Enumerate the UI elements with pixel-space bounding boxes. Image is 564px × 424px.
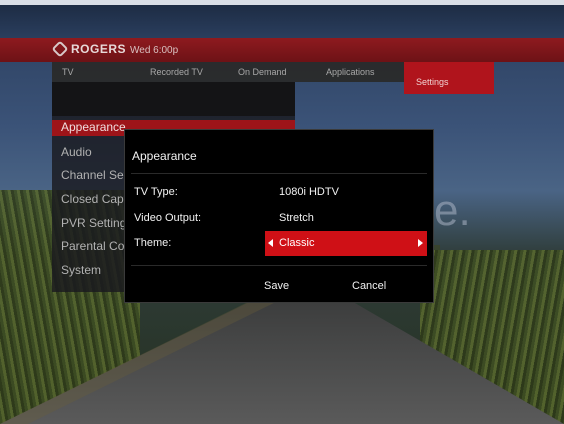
dialog-title: Appearance [132, 149, 197, 163]
theme-selector[interactable]: Classic [265, 231, 427, 256]
settings-menu-header [52, 82, 295, 116]
tv-type-value[interactable]: 1080i HDTV [279, 186, 339, 198]
left-arrow-icon[interactable] [268, 239, 273, 247]
cancel-button[interactable]: Cancel [352, 280, 386, 292]
tab-on-demand[interactable]: On Demand [238, 67, 287, 77]
tab-applications[interactable]: Applications [326, 67, 375, 77]
rogers-logo: ROGERS [51, 40, 127, 58]
tab-settings[interactable]: Settings [404, 62, 494, 94]
menu-item-appearance-label: Appearance [61, 120, 126, 134]
menu-item-system[interactable]: System [61, 263, 101, 277]
save-button[interactable]: Save [264, 280, 289, 292]
tab-settings-label: Settings [416, 77, 449, 87]
theme-label: Theme: [134, 237, 172, 249]
tv-type-label: TV Type: [134, 186, 178, 198]
datetime: Wed 6:00p [130, 45, 179, 56]
video-output-value[interactable]: Stretch [279, 212, 314, 224]
video-output-label: Video Output: [134, 212, 202, 224]
menu-item-pvr-settings[interactable]: PVR Settings [61, 216, 132, 230]
brand-name: ROGERS [71, 42, 127, 56]
right-arrow-icon[interactable] [418, 239, 423, 247]
menu-item-audio[interactable]: Audio [61, 145, 92, 159]
appearance-dialog: Appearance TV Type: 1080i HDTV Video Out… [124, 129, 434, 303]
tab-recorded-tv[interactable]: Recorded TV [150, 67, 203, 77]
rogers-logo-icon [51, 40, 69, 58]
tab-tv[interactable]: TV [62, 67, 74, 77]
dialog-divider [131, 173, 427, 174]
theme-value: Classic [279, 237, 315, 249]
background-text: e. [434, 186, 471, 235]
background-sky [0, 5, 564, 40]
dialog-divider [131, 265, 427, 266]
menu-item-channel-setup[interactable]: Channel Setu [61, 168, 134, 182]
